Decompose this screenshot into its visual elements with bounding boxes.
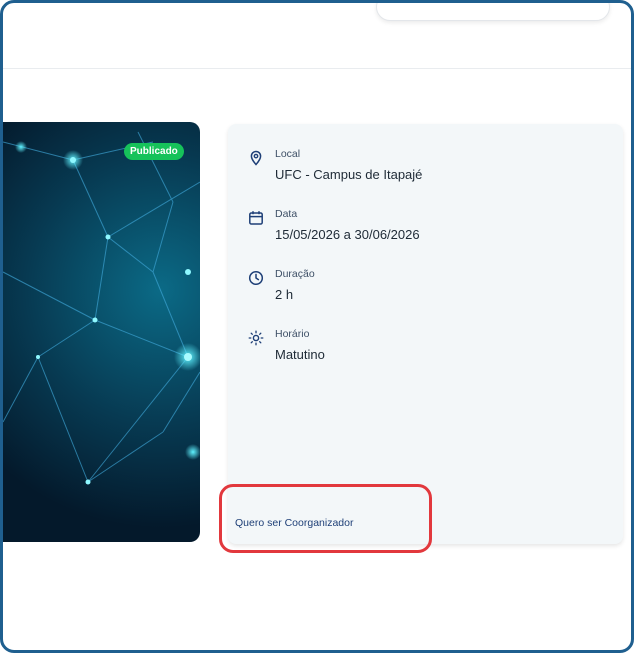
screenshot-frame: Publicado Local UFC - Campus de Itapajé (0, 0, 634, 653)
location-pin-icon (248, 150, 264, 166)
event-banner-image (3, 122, 200, 542)
coorganizer-link[interactable]: Quero ser Coorganizador (235, 517, 353, 529)
calendar-icon (248, 210, 264, 226)
status-badge: Publicado (124, 143, 184, 160)
header-divider (3, 68, 631, 69)
info-value-local: UFC - Campus de Itapajé (275, 167, 423, 182)
info-value-horario: Matutino (275, 347, 325, 362)
top-search-pill[interactable] (376, 3, 610, 21)
info-label-horario: Horário (275, 328, 310, 340)
info-label-data: Data (275, 208, 298, 220)
network-graphic (3, 131, 200, 485)
clock-icon (248, 270, 264, 286)
sun-icon (248, 330, 264, 346)
info-label-local: Local (275, 148, 301, 160)
event-info-card: Local UFC - Campus de Itapajé Data 15/05… (228, 124, 623, 544)
info-value-duracao: 2 h (275, 287, 294, 302)
info-value-data: 15/05/2026 a 30/06/2026 (275, 227, 420, 242)
info-label-duracao: Duração (275, 268, 315, 280)
